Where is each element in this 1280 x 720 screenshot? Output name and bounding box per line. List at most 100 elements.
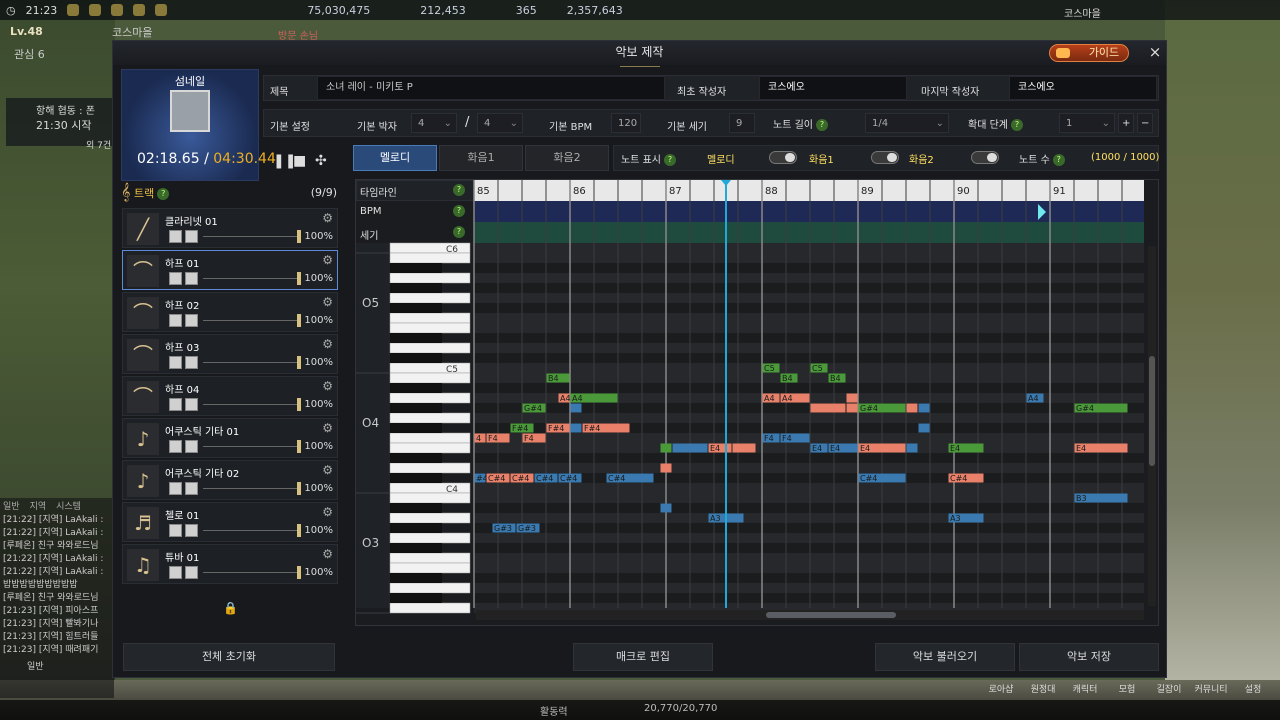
gear-icon[interactable]: ⚙ (322, 421, 333, 435)
piano-black-key[interactable] (390, 353, 442, 363)
piano-white-key[interactable] (389, 322, 471, 334)
piano-white-key[interactable] (389, 412, 471, 424)
note-grid[interactable]: 85 86 87 88 89 90 91O5O4O3C6C5C4B4A4 A4G#4F#4 F#… (356, 180, 1159, 626)
macro-edit-button[interactable]: 매크로 편집 (573, 643, 713, 671)
menu-character[interactable]: 캐릭터 (1068, 682, 1102, 695)
volume-slider[interactable] (203, 404, 297, 405)
vertical-scrollbar[interactable] (1148, 246, 1156, 606)
gear-icon[interactable]: ⚙ (322, 463, 333, 477)
chat-tab[interactable]: 지역 (30, 501, 47, 514)
piano-white-key[interactable] (389, 462, 471, 474)
volume-slider[interactable] (203, 320, 297, 321)
chat-tab[interactable]: 일반 (3, 501, 20, 514)
solo-button[interactable] (185, 314, 198, 327)
menu-shop[interactable]: 로아샵 (984, 682, 1018, 695)
track-item[interactable]: ⌒ 하프 04 ⚙ 100% (122, 376, 338, 416)
piano-black-key[interactable] (390, 593, 442, 603)
scroll-thumb[interactable] (766, 612, 896, 618)
menu-community[interactable]: 커뮤니티 (1194, 682, 1228, 695)
menu-icon[interactable] (67, 4, 80, 16)
note-block[interactable] (660, 463, 672, 473)
bpm-marker[interactable] (1038, 204, 1046, 220)
volume-slider[interactable] (203, 572, 297, 573)
piano-white-key[interactable] (389, 442, 471, 454)
mail-icon[interactable] (111, 4, 124, 16)
toggle-chord1[interactable] (871, 151, 899, 164)
help-icon[interactable]: ? (1010, 119, 1023, 131)
note-block[interactable] (810, 403, 846, 413)
note-block[interactable] (906, 403, 918, 413)
mute-button[interactable] (169, 524, 182, 537)
piano-black-key[interactable] (390, 333, 442, 343)
mute-button[interactable] (169, 398, 182, 411)
note-block[interactable] (660, 503, 672, 513)
menu-roster[interactable]: 원정대 (1026, 682, 1060, 695)
close-button[interactable]: × (1146, 43, 1164, 61)
note-block[interactable] (906, 443, 918, 453)
bpm-input[interactable]: 120 (611, 113, 641, 133)
piano-white-key[interactable] (389, 552, 471, 564)
note-block[interactable] (918, 403, 930, 413)
solo-button[interactable] (185, 482, 198, 495)
menu-settings[interactable]: 설정 (1236, 682, 1270, 695)
piano-white-key[interactable] (389, 432, 471, 444)
track-item[interactable]: ♬ 첼로 01 ⚙ 100% (122, 502, 338, 542)
shield-icon[interactable] (89, 4, 102, 16)
save-score-button[interactable]: 악보 저장 (1019, 643, 1159, 671)
track-item[interactable]: ♪ 어쿠스틱 기타 01 ⚙ 100% (122, 418, 338, 458)
track-item[interactable]: ⌒ 하프 03 ⚙ 100% (122, 334, 338, 374)
volume-knob[interactable] (297, 272, 301, 285)
gear-icon[interactable]: ⚙ (322, 379, 333, 393)
track-item[interactable]: ╱ 클라리넷 01 ⚙ 100% (122, 208, 338, 248)
volume-knob[interactable] (297, 314, 301, 327)
piano-white-key[interactable] (389, 562, 471, 574)
gear-icon[interactable]: ⚙ (322, 253, 333, 267)
solo-button[interactable] (185, 524, 198, 537)
volume-slider[interactable] (203, 530, 297, 531)
note-block[interactable] (846, 393, 858, 403)
gear-icon[interactable]: ⚙ (322, 211, 333, 225)
scroll-thumb[interactable] (1149, 356, 1155, 466)
solo-button[interactable] (185, 356, 198, 369)
note-length-select[interactable]: 1/4 ⌄ (865, 113, 949, 133)
gear-icon[interactable]: ⚙ (322, 505, 333, 519)
piano-black-key[interactable] (390, 403, 442, 413)
volume-knob[interactable] (297, 566, 301, 579)
guide-button[interactable]: 가이드 (1049, 44, 1129, 62)
piano-black-key[interactable] (390, 543, 442, 553)
piano-white-key[interactable] (389, 512, 471, 524)
beat-numerator-select[interactable]: 4 ⌄ (411, 113, 457, 133)
piano-black-key[interactable] (390, 523, 442, 533)
help-icon[interactable]: ? (663, 154, 676, 166)
chat-tab[interactable]: 시스템 (56, 501, 81, 514)
gear-icon[interactable]: ⚙ (322, 337, 333, 351)
tab-chord2[interactable]: 화음2 (525, 145, 609, 171)
note-block[interactable] (570, 403, 582, 413)
piano-white-key[interactable] (389, 312, 471, 324)
piano-white-key[interactable] (389, 342, 471, 354)
piano-white-key[interactable] (389, 272, 471, 284)
mute-button[interactable] (169, 230, 182, 243)
volume-knob[interactable] (297, 398, 301, 411)
piano-black-key[interactable] (390, 383, 442, 393)
track-item[interactable]: ⌒ 하프 02 ⚙ 100% (122, 292, 338, 332)
mute-button[interactable] (169, 356, 182, 369)
quest-icon[interactable] (155, 4, 168, 16)
tab-melody[interactable]: 멜로디 (353, 145, 437, 171)
zoom-select[interactable]: 1 ⌄ (1059, 113, 1115, 133)
gear-icon[interactable]: ⚙ (322, 547, 333, 561)
load-score-button[interactable]: 악보 불러오기 (875, 643, 1015, 671)
note-block[interactable] (846, 403, 858, 413)
volume-knob[interactable] (297, 230, 301, 243)
volume-slider[interactable] (203, 488, 297, 489)
piano-white-key[interactable] (389, 532, 471, 544)
solo-button[interactable] (185, 272, 198, 285)
track-item[interactable]: ⌒ 하프 01 ⚙ 100% (122, 250, 338, 290)
mute-button[interactable] (169, 272, 182, 285)
volume-slider[interactable] (203, 362, 297, 363)
piano-white-key[interactable] (389, 292, 471, 304)
mute-button[interactable] (169, 566, 182, 579)
zoom-minus-button[interactable]: − (1137, 113, 1153, 133)
volume-knob[interactable] (297, 524, 301, 537)
chat-panel[interactable]: 일반 지역 시스템 [21:22] [지역] LaAkali : [21:22]… (0, 498, 114, 698)
